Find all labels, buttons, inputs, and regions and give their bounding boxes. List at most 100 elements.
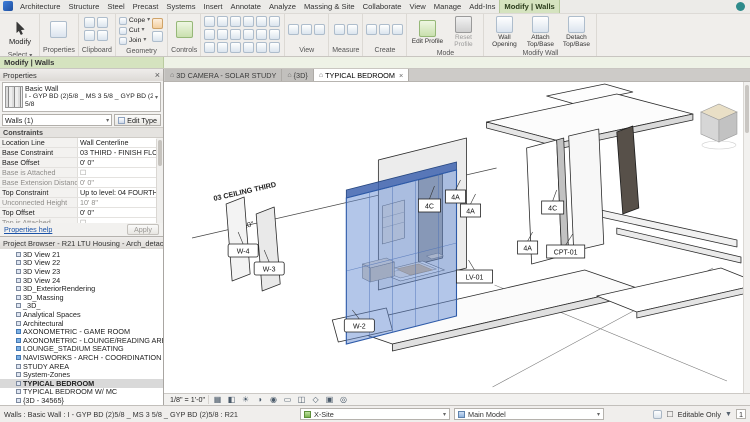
extend-icon[interactable] bbox=[217, 29, 229, 40]
property-row[interactable]: Top Constraint Up to level: 04 FOURTH bbox=[0, 188, 156, 198]
close-icon[interactable]: × bbox=[155, 70, 160, 80]
workset-selector[interactable]: X-Site ▾ bbox=[300, 408, 450, 420]
keynote-tag-4a[interactable]: 4A bbox=[445, 189, 466, 204]
browser-item[interactable]: 3D View 23 bbox=[0, 267, 163, 276]
selection-box-icon[interactable] bbox=[288, 24, 300, 35]
browser-item[interactable]: {3D - 34565} bbox=[0, 396, 163, 405]
show-crop-icon[interactable]: ◫ bbox=[296, 394, 307, 405]
array-icon[interactable] bbox=[243, 29, 255, 40]
copy-to-clipboard-icon[interactable] bbox=[97, 17, 109, 28]
scale-control[interactable]: 1/8" = 1'-0" bbox=[167, 395, 210, 404]
app-menu-icon[interactable] bbox=[3, 1, 13, 11]
model-3d[interactable] bbox=[225, 83, 750, 352]
keynote-tag-4a[interactable]: 4A bbox=[460, 203, 481, 218]
paste-icon[interactable] bbox=[84, 17, 96, 28]
model-view[interactable]: 03 CEILING THIRD 33' - 10" bbox=[164, 82, 750, 393]
worksharing-display-icon[interactable] bbox=[653, 409, 663, 419]
ribbon-tab[interactable]: Structure bbox=[65, 0, 104, 13]
apply-button[interactable]: Apply bbox=[127, 224, 159, 235]
view-tab[interactable]: ⌂ {3D} × bbox=[282, 69, 314, 81]
properties-palette-icon[interactable] bbox=[50, 21, 68, 38]
property-value[interactable]: Up to level: 04 FOURTH bbox=[78, 188, 156, 197]
ribbon-tab[interactable]: Insert bbox=[200, 0, 227, 13]
view-tab[interactable]: ⌂ 3D CAMERA - SOLAR STUDY × bbox=[165, 69, 283, 81]
design-option-selector[interactable]: Main Model ▾ bbox=[454, 408, 604, 420]
element-filter-dropdown[interactable]: Walls (1) ▾ bbox=[2, 114, 113, 126]
ribbon-tab[interactable]: Architecture bbox=[16, 0, 65, 13]
keynote-tag-4a[interactable]: 4A bbox=[517, 240, 539, 255]
property-row[interactable]: Unconnected Height 10' 8" bbox=[0, 198, 156, 208]
sun-path-icon[interactable]: ☀ bbox=[240, 394, 251, 405]
canvas-scrollbar[interactable] bbox=[743, 82, 750, 393]
hide-icon[interactable] bbox=[314, 24, 326, 35]
selected-wall[interactable] bbox=[345, 161, 458, 345]
move-icon[interactable] bbox=[243, 16, 255, 27]
browser-item[interactable]: 3D_Massing bbox=[0, 293, 163, 302]
offset-icon[interactable] bbox=[217, 16, 229, 27]
ribbon-tab[interactable]: Analyze bbox=[265, 0, 300, 13]
property-row[interactable]: Base Offset 0' 0" bbox=[0, 158, 156, 168]
browser-item[interactable]: STUDY AREA bbox=[0, 362, 163, 370]
detail-level-icon[interactable]: ▦ bbox=[212, 394, 223, 405]
viewcube[interactable] bbox=[700, 103, 738, 150]
browser-item[interactable]: 3D View 24 bbox=[0, 276, 163, 284]
material-tag-cpt[interactable]: CPT-01 bbox=[546, 244, 586, 259]
cope-button[interactable]: Cope ▾ bbox=[118, 16, 150, 25]
property-value[interactable]: ☐ bbox=[78, 168, 156, 177]
create-group-icon[interactable] bbox=[366, 24, 378, 35]
browser-item[interactable]: AXONOMETRIC - LOUNGE/READING ARE bbox=[0, 336, 163, 345]
wall-tag-w3[interactable]: W-3 bbox=[253, 261, 285, 276]
property-row[interactable]: Location Line Wall Centerline bbox=[0, 138, 156, 148]
measure-icon[interactable] bbox=[333, 24, 345, 35]
cut-to-clipboard-icon[interactable] bbox=[84, 30, 96, 41]
editable-only-checkbox[interactable]: ☐ bbox=[666, 410, 673, 419]
wall-opening-button[interactable]: Wall Opening bbox=[487, 16, 521, 48]
create-similar-icon[interactable] bbox=[379, 24, 391, 35]
browser-item[interactable]: TYPICAL BEDROOM bbox=[0, 378, 163, 388]
rotate-icon[interactable] bbox=[269, 16, 281, 27]
browser-item[interactable]: 3D View 22 bbox=[0, 259, 163, 267]
scale-icon[interactable] bbox=[256, 29, 268, 40]
property-value[interactable]: 10' 8" bbox=[78, 198, 156, 207]
cut-icon[interactable] bbox=[243, 42, 255, 53]
unlock-view-icon[interactable]: ◇ bbox=[310, 394, 321, 405]
rendering-icon[interactable]: ◉ bbox=[268, 394, 279, 405]
type-selector[interactable]: Basic Wall I - GYP BD (2)5/8 _ MS 3 5/8 … bbox=[2, 82, 161, 112]
properties-help-link[interactable]: Properties help bbox=[4, 225, 52, 234]
property-value[interactable]: 03 THIRD - FINISH FLOOR bbox=[78, 148, 156, 157]
detach-top-base-button[interactable]: Detach Top/Base bbox=[559, 16, 593, 48]
property-value[interactable]: 0' 0" bbox=[78, 158, 156, 167]
modify-button[interactable]: Modify bbox=[4, 16, 36, 50]
match-type-icon[interactable] bbox=[97, 30, 109, 41]
constraints-group-header[interactable]: Constraints bbox=[0, 127, 163, 138]
join-icon[interactable] bbox=[230, 42, 242, 53]
property-row[interactable]: Base Constraint 03 THIRD - FINISH FLOOR bbox=[0, 148, 156, 158]
ribbon-tab[interactable]: Collaborate bbox=[359, 0, 406, 13]
browser-item[interactable]: TYPICAL BEDROOM W/ MC bbox=[0, 388, 163, 396]
crop-view-icon[interactable]: ▭ bbox=[282, 394, 293, 405]
browser-item[interactable]: _3D_ bbox=[0, 302, 163, 310]
align-icon[interactable] bbox=[204, 16, 216, 27]
dimension-icon[interactable] bbox=[346, 24, 358, 35]
ribbon-tab[interactable]: Systems bbox=[162, 0, 199, 13]
properties-scrollbar[interactable] bbox=[156, 139, 163, 223]
visual-style-icon[interactable]: ◧ bbox=[226, 394, 237, 405]
material-tag-lv[interactable]: LV-01 bbox=[456, 269, 493, 284]
ribbon-tab[interactable]: View bbox=[405, 0, 429, 13]
trim-icon[interactable] bbox=[204, 29, 216, 40]
view-tab[interactable]: ⌂ TYPICAL BEDROOM × bbox=[313, 69, 410, 81]
ribbon-tab[interactable]: Massing & Site bbox=[300, 0, 359, 13]
mirror-icon[interactable] bbox=[230, 16, 242, 27]
property-value[interactable]: 0' 0" bbox=[78, 208, 156, 217]
browser-item[interactable]: System-Zones bbox=[0, 370, 163, 379]
property-row[interactable]: Base Extension Distance 0' 0" bbox=[0, 178, 156, 188]
tab-close-icon[interactable]: × bbox=[399, 71, 403, 80]
browser-item[interactable]: Analytical Spaces bbox=[0, 310, 163, 319]
ribbon-tab-modify-walls[interactable]: Modify | Walls bbox=[499, 0, 560, 13]
match-properties-icon[interactable] bbox=[269, 42, 281, 53]
keynote-tag-4c[interactable]: 4C bbox=[418, 198, 441, 213]
browser-item[interactable]: NAVISWORKS - ARCH - COORDINATION bbox=[0, 353, 163, 362]
ribbon-tab[interactable]: Steel bbox=[103, 0, 128, 13]
paint-icon[interactable] bbox=[152, 18, 164, 29]
copy-icon[interactable] bbox=[256, 16, 268, 27]
